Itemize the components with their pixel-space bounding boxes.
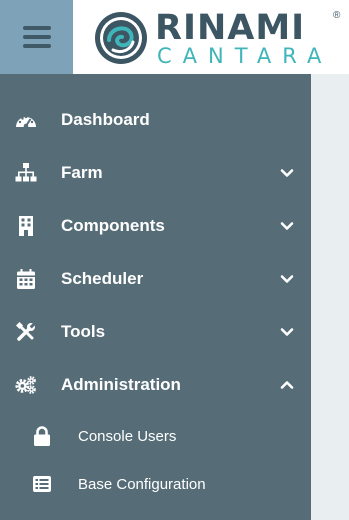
chevron-down-icon bbox=[280, 221, 294, 230]
brand-name-top: RINAMI bbox=[155, 8, 306, 48]
brand-name-bottom: CANTARA bbox=[157, 44, 333, 68]
hamburger-icon bbox=[22, 26, 51, 48]
sitemap-icon bbox=[15, 162, 37, 184]
chevron-up-icon bbox=[280, 380, 294, 389]
tools-icon bbox=[15, 321, 37, 343]
menu-toggle-button[interactable] bbox=[0, 0, 73, 74]
sidebar-item-administration[interactable]: Administration bbox=[0, 358, 311, 411]
sidebar-item-label: Components bbox=[61, 215, 165, 235]
main-content-area bbox=[311, 74, 349, 520]
sidebar-subitem-console-users[interactable]: Console Users bbox=[0, 412, 311, 460]
sidebar-item-label: Farm bbox=[61, 162, 103, 182]
speedometer-icon bbox=[15, 109, 37, 131]
building-icon bbox=[15, 215, 37, 237]
sidebar-item-components[interactable]: Components bbox=[0, 199, 311, 252]
sidebar-item-dashboard[interactable]: Dashboard bbox=[0, 93, 311, 146]
sidebar-subitem-label: Base Configuration bbox=[78, 475, 206, 493]
registered-mark: ® bbox=[333, 10, 341, 21]
list-icon bbox=[32, 474, 52, 494]
calendar-icon bbox=[15, 268, 37, 290]
sidebar-item-tools[interactable]: Tools bbox=[0, 305, 311, 358]
sidebar-item-label: Administration bbox=[61, 374, 181, 394]
sidebar-item-label: Dashboard bbox=[61, 109, 150, 129]
lock-icon bbox=[32, 426, 52, 446]
sidebar-item-scheduler[interactable]: Scheduler bbox=[0, 252, 311, 305]
sidebar-item-farm[interactable]: Farm bbox=[0, 146, 311, 199]
sidebar-subitem-label: Console Users bbox=[78, 427, 177, 445]
sidebar-subitem-base-configuration[interactable]: Base Configuration bbox=[0, 460, 311, 508]
top-bar: RINAMI CANTARA ® bbox=[0, 0, 349, 74]
sidebar: Dashboard Farm Components Scheduler Tool… bbox=[0, 74, 311, 520]
sidebar-item-label: Scheduler bbox=[61, 268, 144, 288]
chevron-down-icon bbox=[280, 168, 294, 177]
chevron-down-icon bbox=[280, 327, 294, 336]
gears-icon bbox=[15, 374, 37, 396]
rinami-logo-mark-icon bbox=[95, 12, 147, 64]
brand-logo[interactable]: RINAMI CANTARA ® bbox=[93, 8, 343, 68]
sidebar-item-label: Tools bbox=[61, 321, 106, 341]
chevron-down-icon bbox=[280, 274, 294, 283]
